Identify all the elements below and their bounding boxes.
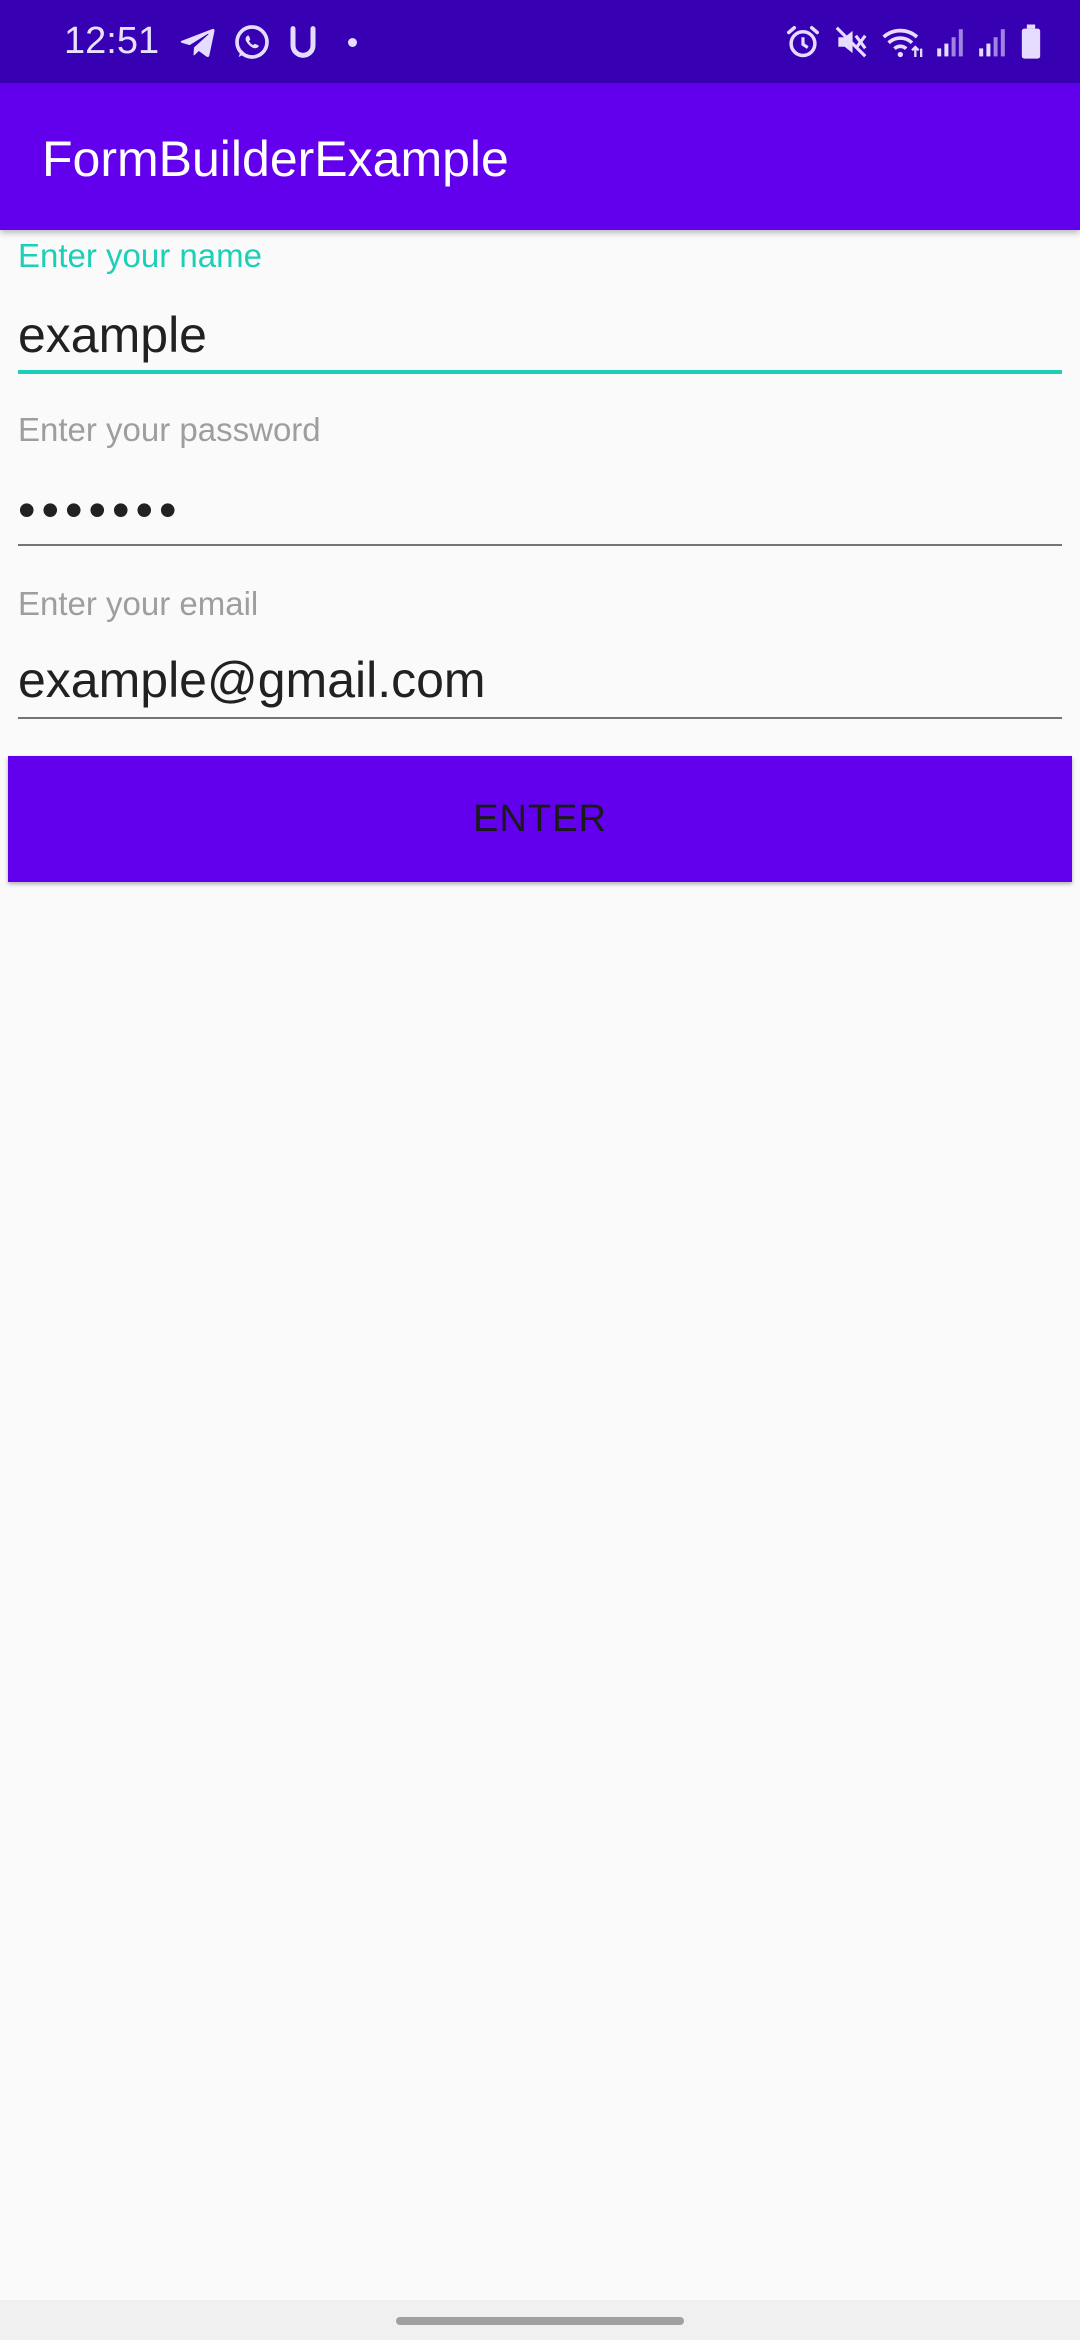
email-input[interactable]: [18, 650, 1062, 710]
password-field[interactable]: Enter your password: [18, 410, 1062, 550]
notification-dot-icon: [348, 37, 357, 47]
name-input[interactable]: [18, 305, 1062, 365]
navigation-bar: [0, 2300, 1080, 2340]
status-notification-icons: [178, 20, 357, 64]
name-field-underline: [18, 370, 1062, 374]
status-bar: 12:51: [0, 0, 1080, 83]
u-app-icon: [286, 22, 320, 62]
home-handle[interactable]: [396, 2317, 684, 2325]
enter-button[interactable]: ENTER: [8, 756, 1072, 882]
status-system-icons: [784, 20, 1044, 64]
alarm-icon: [784, 22, 822, 62]
signal-icon: [934, 22, 966, 62]
signal-icon: [976, 22, 1008, 62]
password-field-underline: [18, 544, 1062, 546]
status-time: 12:51: [64, 20, 160, 62]
app-title: FormBuilderExample: [42, 131, 509, 187]
password-input[interactable]: [18, 480, 1062, 540]
password-field-label: Enter your password: [18, 411, 321, 448]
mute-icon: [832, 22, 870, 62]
battery-icon: [1018, 22, 1044, 62]
name-field-label: Enter your name: [18, 237, 262, 274]
telegram-icon: [178, 22, 218, 62]
name-field[interactable]: Enter your name: [18, 236, 1062, 376]
app-bar: FormBuilderExample: [0, 83, 1080, 230]
email-field[interactable]: Enter your email: [18, 584, 1062, 724]
email-field-underline: [18, 717, 1062, 719]
wifi-icon: [880, 22, 924, 62]
email-field-label: Enter your email: [18, 585, 259, 622]
whatsapp-icon: [232, 22, 272, 62]
